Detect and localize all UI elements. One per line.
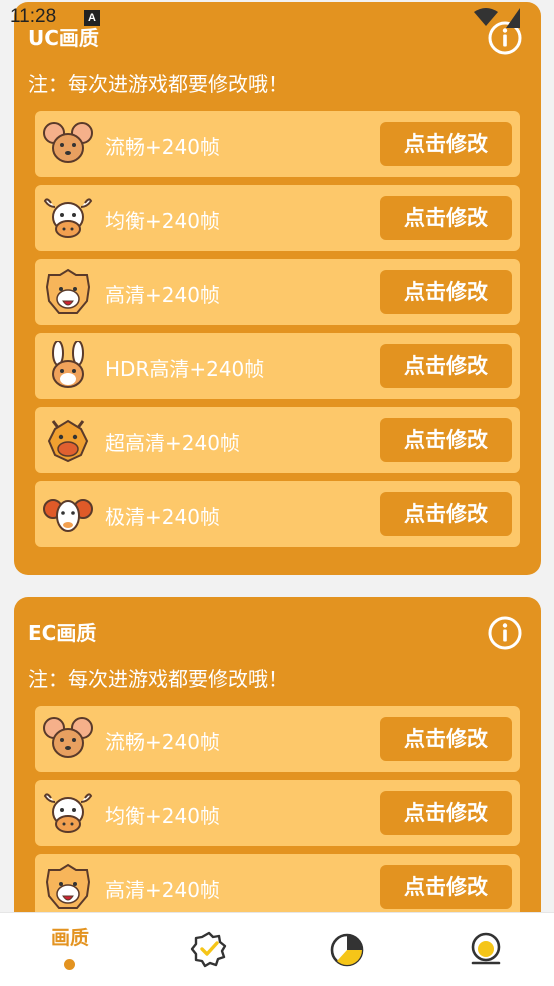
card-title: UC画质 bbox=[28, 26, 99, 50]
preset-row-hd: 高清+240帧 点击修改 bbox=[35, 854, 520, 912]
preset-label: 超高清+240帧 bbox=[105, 431, 240, 455]
profile-icon bbox=[471, 932, 501, 965]
apply-button[interactable]: 点击修改 bbox=[380, 418, 512, 462]
preset-row-smooth: 流畅+240帧 点击修改 bbox=[35, 111, 520, 177]
preset-label: HDR高清+240帧 bbox=[105, 357, 265, 381]
card-title: EC画质 bbox=[28, 621, 97, 645]
rat-icon bbox=[43, 717, 93, 758]
active-indicator-dot bbox=[64, 959, 75, 970]
info-icon[interactable] bbox=[487, 20, 523, 56]
bottom-nav: 画质 bbox=[0, 912, 554, 986]
apply-button[interactable]: 点击修改 bbox=[380, 791, 512, 835]
apply-button[interactable]: 点击修改 bbox=[380, 122, 512, 166]
preset-row-ultra-hd: 超高清+240帧 点击修改 bbox=[35, 407, 520, 473]
tiger-icon bbox=[45, 863, 91, 909]
apply-button[interactable]: 点击修改 bbox=[380, 270, 512, 314]
preset-label: 高清+240帧 bbox=[105, 283, 220, 307]
apply-button[interactable]: 点击修改 bbox=[380, 865, 512, 909]
pie-chart-icon bbox=[330, 933, 364, 967]
preset-label: 流畅+240帧 bbox=[105, 135, 220, 159]
preset-label: 极清+240帧 bbox=[105, 505, 220, 529]
uc-quality-card: UC画质 注：每次进游戏都要修改哦！ 流畅+240帧 点击修改 均衡+240帧 … bbox=[14, 2, 541, 575]
apply-button[interactable]: 点击修改 bbox=[380, 717, 512, 761]
tiger-icon bbox=[45, 268, 91, 314]
preset-row-balanced: 均衡+240帧 点击修改 bbox=[35, 780, 520, 846]
preset-row-smooth: 流畅+240帧 点击修改 bbox=[35, 706, 520, 772]
preset-row-hdr: HDR高清+240帧 点击修改 bbox=[35, 333, 520, 399]
badge-check-icon bbox=[190, 931, 227, 968]
ox-icon bbox=[43, 793, 93, 833]
rat-icon bbox=[43, 122, 93, 163]
ec-quality-card: EC画质 注：每次进游戏都要修改哦！ 流畅+240帧 点击修改 均衡+240帧 … bbox=[14, 597, 541, 912]
nav-item-profile[interactable] bbox=[446, 913, 526, 986]
dragon-icon bbox=[47, 419, 89, 463]
apply-button[interactable]: 点击修改 bbox=[380, 344, 512, 388]
preset-label: 均衡+240帧 bbox=[105, 209, 220, 233]
card-note: 注：每次进游戏都要修改哦！ bbox=[28, 667, 288, 691]
preset-row-extreme: 极清+240帧 点击修改 bbox=[35, 481, 520, 547]
preset-label: 均衡+240帧 bbox=[105, 804, 220, 828]
nav-item-badge[interactable] bbox=[169, 913, 249, 986]
apply-button[interactable]: 点击修改 bbox=[380, 492, 512, 536]
preset-label: 高清+240帧 bbox=[105, 878, 220, 902]
main-scroll-area[interactable]: UC画质 注：每次进游戏都要修改哦！ 流畅+240帧 点击修改 均衡+240帧 … bbox=[0, 0, 554, 912]
preset-row-hd: 高清+240帧 点击修改 bbox=[35, 259, 520, 325]
nav-label: 画质 bbox=[50, 927, 89, 949]
nav-item-stats[interactable] bbox=[307, 913, 387, 986]
preset-row-balanced: 均衡+240帧 点击修改 bbox=[35, 185, 520, 251]
nav-item-quality[interactable]: 画质 bbox=[30, 913, 110, 986]
rabbit-icon bbox=[52, 341, 84, 388]
info-icon[interactable] bbox=[487, 615, 523, 651]
ox-icon bbox=[43, 198, 93, 238]
card-note: 注：每次进游戏都要修改哦！ bbox=[28, 72, 288, 96]
apply-button[interactable]: 点击修改 bbox=[380, 196, 512, 240]
ram-icon bbox=[43, 499, 93, 532]
preset-label: 流畅+240帧 bbox=[105, 730, 220, 754]
